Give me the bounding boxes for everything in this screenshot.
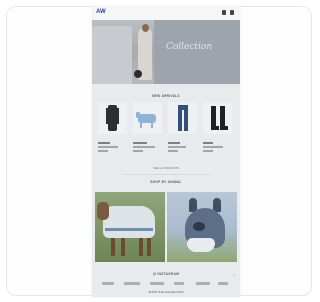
product-row (96, 102, 236, 164)
shop-collection-link[interactable]: SHOP THE COLLECTION (92, 290, 240, 294)
coat-icon (98, 102, 127, 134)
instagram-item[interactable] (124, 282, 140, 285)
hero-wall-shape (154, 20, 240, 84)
mobile-page-preview[interactable]: AW Collection NEW ARRIVALS SEE ALL PRODU… (92, 6, 240, 297)
instagram-item[interactable] (196, 282, 210, 285)
horse-rug-icon (133, 102, 162, 134)
horse-leg (121, 238, 125, 256)
product-price-line (203, 150, 213, 152)
horse-rug-shape (103, 206, 155, 238)
product-desc-line (133, 146, 155, 148)
chevron-right-icon[interactable]: › (234, 272, 235, 277)
instagram-item[interactable] (218, 282, 228, 285)
boots-icon (203, 102, 232, 134)
product-desc-line (203, 146, 223, 148)
products-section-title: NEW ARRIVALS (152, 94, 180, 98)
search-icon[interactable] (222, 10, 226, 15)
horse-rug-strap (105, 228, 153, 231)
see-all-products-link[interactable]: SEE ALL PRODUCTS (92, 167, 240, 170)
product-title-line (133, 142, 147, 144)
jeans-icon (168, 102, 197, 134)
product-card[interactable] (131, 102, 164, 164)
feature-section-title: SHOP BY ANIMAL (150, 180, 182, 184)
instagram-item[interactable] (174, 282, 184, 285)
cart-icon[interactable] (230, 10, 234, 15)
fly-mask-photo[interactable] (167, 192, 237, 262)
horse-rug-photo[interactable] (95, 192, 165, 262)
horse-head-shape (97, 202, 109, 220)
hero-model-head (142, 24, 149, 32)
brand-logo[interactable]: AW (96, 9, 106, 16)
product-card[interactable] (166, 102, 199, 164)
horse-leg (147, 238, 151, 256)
section-divider (122, 174, 210, 175)
product-card[interactable] (201, 102, 234, 164)
product-price-line (98, 150, 108, 152)
horse-muzzle-shape (187, 238, 215, 252)
product-desc-line (98, 146, 118, 148)
mask-eye (193, 222, 205, 231)
instagram-strip (102, 282, 230, 286)
hero-script-text: Collection (166, 42, 213, 52)
product-title-line (98, 142, 110, 144)
instagram-item[interactable] (150, 282, 164, 285)
hero-accent-dot (134, 70, 142, 78)
hero-banner[interactable]: Collection (92, 20, 240, 84)
horse-leg (139, 238, 143, 256)
product-price-line (133, 150, 143, 152)
horse-leg (111, 238, 115, 256)
instagram-item[interactable] (102, 282, 114, 285)
product-card[interactable] (96, 102, 129, 164)
product-desc-line (168, 146, 186, 148)
hero-door-shape (92, 26, 132, 84)
product-price-line (168, 150, 178, 152)
top-nav-bar: AW (92, 6, 240, 20)
product-title-line (168, 142, 180, 144)
product-title-line (203, 142, 213, 144)
instagram-title: @ INSTAGRAM (152, 272, 180, 276)
